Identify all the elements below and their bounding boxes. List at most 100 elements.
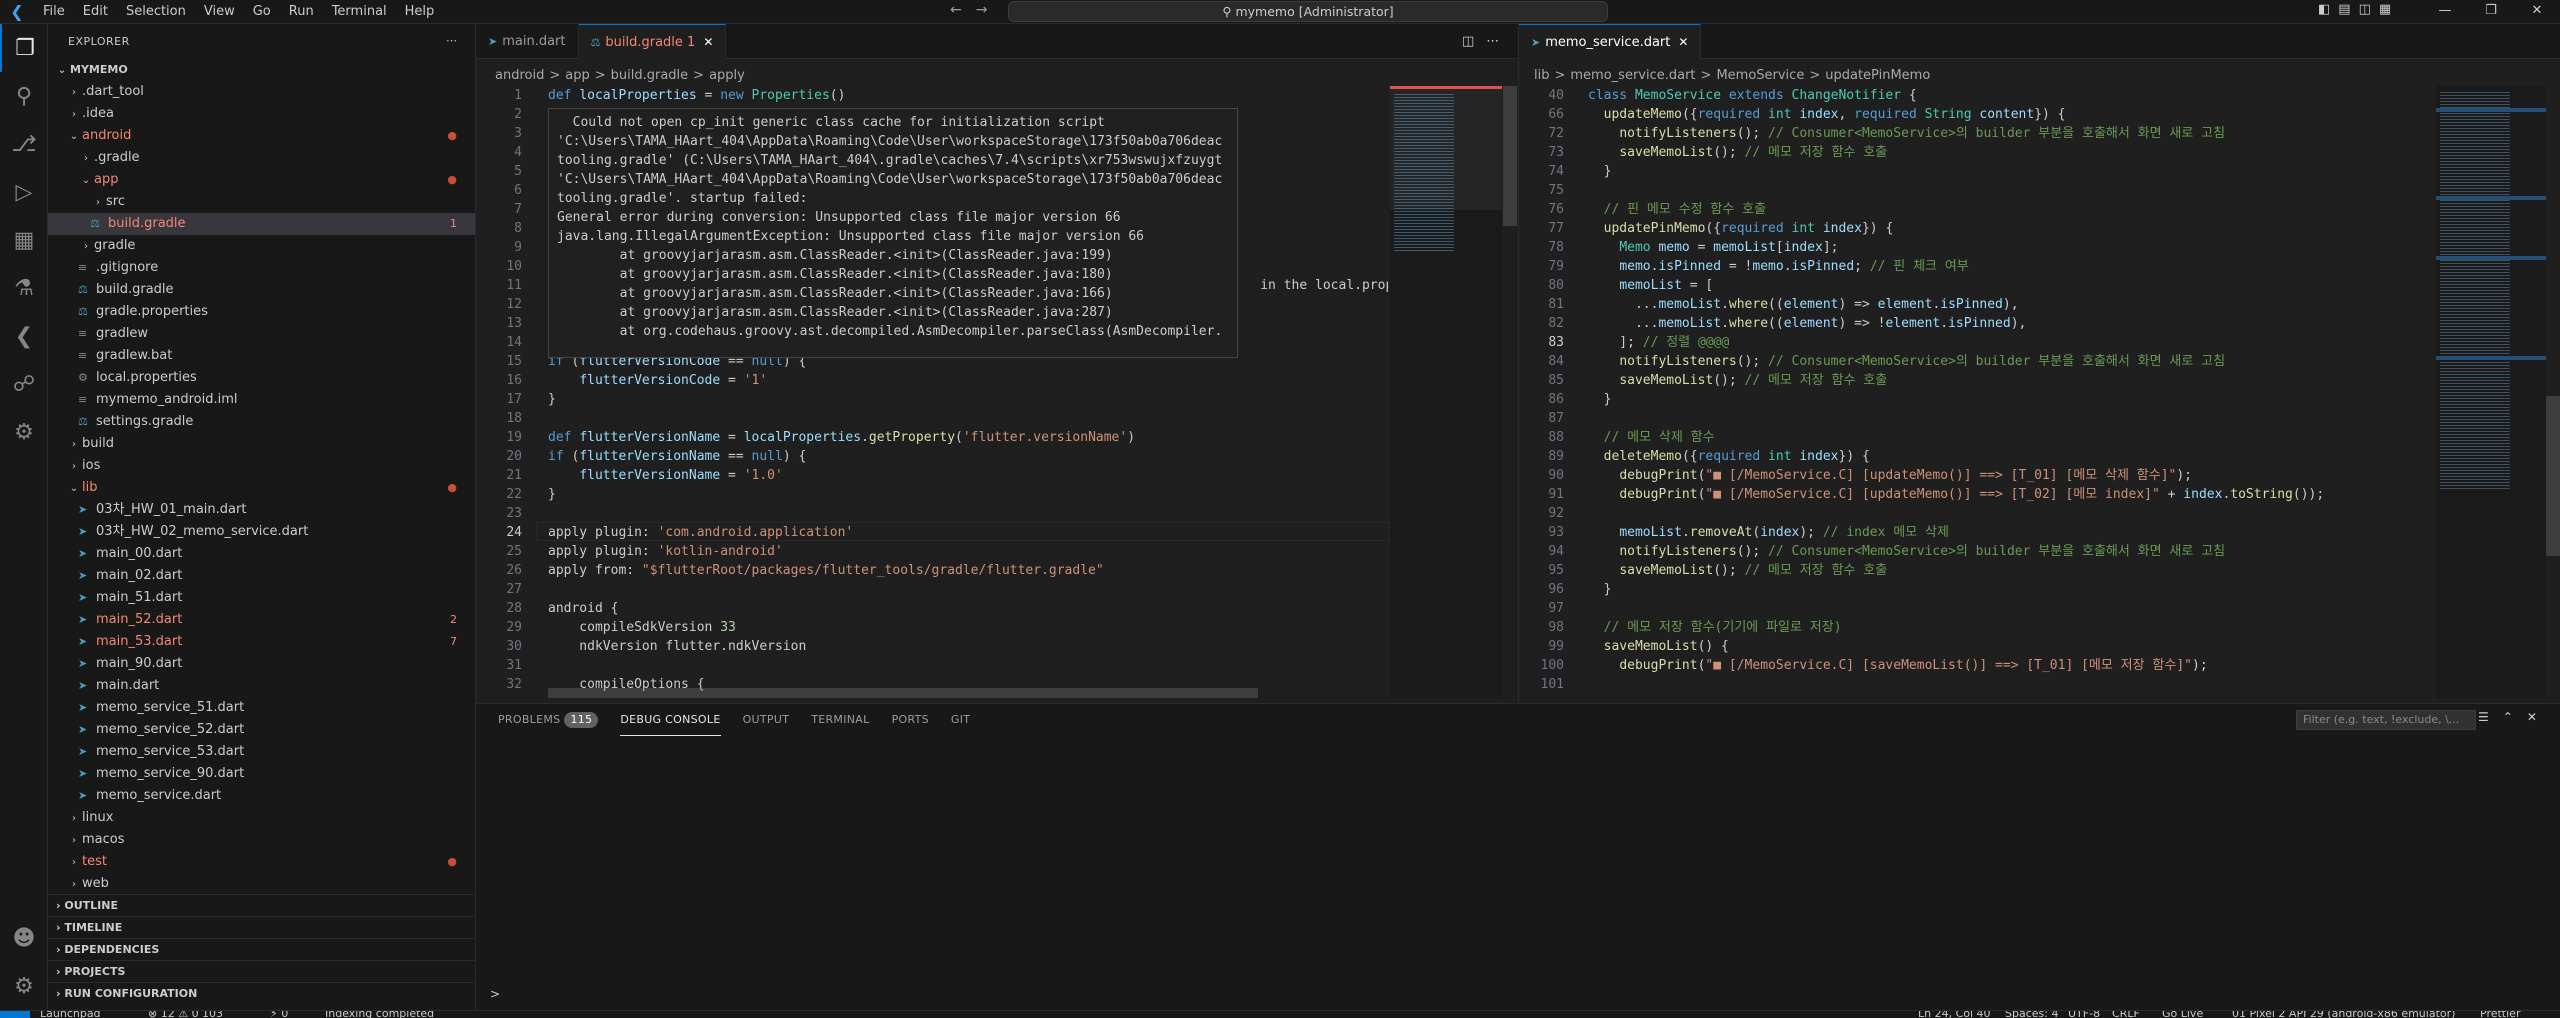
- tree-item[interactable]: › .dart_tool: [48, 81, 475, 103]
- tree-item[interactable]: ➤ main_02.dart: [48, 565, 475, 587]
- tab-output[interactable]: OUTPUT: [743, 704, 790, 736]
- tree-item[interactable]: › .gradle: [48, 147, 475, 169]
- tree-item[interactable]: ⌄ android ●: [48, 125, 475, 147]
- breadcrumb-item[interactable]: build.gradle: [611, 68, 689, 83]
- split-editor-icon[interactable]: ◫⋯: [1462, 24, 1511, 59]
- menu-terminal[interactable]: Terminal: [323, 4, 396, 19]
- section-projects[interactable]: › PROJECTS: [48, 960, 476, 982]
- right-code-area[interactable]: class MemoService extends ChangeNotifier…: [1588, 86, 2436, 698]
- tab-main-dart[interactable]: ➤ main.dart: [476, 24, 579, 59]
- more-actions-icon[interactable]: ⋯: [446, 34, 458, 47]
- tree-item[interactable]: ⚖ build.gradle: [48, 279, 475, 301]
- tree-item[interactable]: ➤ memo_service_51.dart: [48, 697, 475, 719]
- tree-item[interactable]: › gradle: [48, 235, 475, 257]
- status-cursor-position[interactable]: Ln 24, Col 40: [1918, 1011, 1991, 1018]
- close-tab-icon[interactable]: ✕: [703, 35, 713, 49]
- workspace-root[interactable]: ⌄ MYMEMO: [48, 59, 475, 81]
- tree-item[interactable]: ➤ main_52.dart 2: [48, 609, 475, 631]
- tree-item[interactable]: ⚙ local.properties: [48, 367, 475, 389]
- console-prompt[interactable]: >: [490, 987, 500, 1001]
- tree-item[interactable]: ➤ main_00.dart: [48, 543, 475, 565]
- tree-item[interactable]: › linux: [48, 807, 475, 829]
- right-minimap[interactable]: [2436, 86, 2546, 698]
- status-prettier[interactable]: Prettier: [2480, 1011, 2520, 1018]
- tree-item[interactable]: ➤ main_53.dart 7: [48, 631, 475, 653]
- status-ports[interactable]: ⚡ 0: [270, 1011, 288, 1018]
- tab-build-gradle[interactable]: ⚖ build.gradle 1 ✕: [578, 24, 727, 59]
- breadcrumb-item[interactable]: lib: [1534, 68, 1549, 83]
- right-scrollbar[interactable]: [2546, 86, 2560, 698]
- status-go-live[interactable]: Go Live: [2162, 1011, 2203, 1018]
- left-minimap[interactable]: [1390, 86, 1502, 698]
- tree-item[interactable]: ⌄ app ●: [48, 169, 475, 191]
- tab-debug-console[interactable]: DEBUG CONSOLE: [620, 704, 721, 736]
- tree-item[interactable]: › macos: [48, 829, 475, 851]
- status-eol[interactable]: CRLF: [2112, 1011, 2140, 1018]
- menu-run[interactable]: Run: [280, 4, 323, 19]
- breadcrumb-item[interactable]: memo_service.dart: [1570, 68, 1695, 83]
- tree-item[interactable]: ≡ gradlew: [48, 323, 475, 345]
- breadcrumb-item[interactable]: apply: [709, 68, 745, 83]
- status-encoding[interactable]: UTF-8: [2068, 1011, 2100, 1018]
- tree-item[interactable]: ➤ 03차_HW_02_memo_service.dart: [48, 521, 475, 543]
- accounts-icon[interactable]: ☻: [0, 914, 48, 962]
- section-timeline[interactable]: › TIMELINE: [48, 916, 476, 938]
- flutter-icon[interactable]: ❮: [0, 312, 48, 360]
- remote-explorer-icon[interactable]: ☍: [0, 360, 48, 408]
- menu-edit[interactable]: Edit: [74, 4, 117, 19]
- breadcrumb-item[interactable]: app: [565, 68, 589, 83]
- tree-item[interactable]: › src: [48, 191, 475, 213]
- tree-item[interactable]: › .idea: [48, 103, 475, 125]
- tree-item[interactable]: › web: [48, 873, 475, 895]
- breadcrumb-item[interactable]: updatePinMemo: [1825, 68, 1930, 83]
- remote-indicator[interactable]: [0, 1011, 30, 1018]
- status-indentation[interactable]: Spaces: 4: [2005, 1011, 2058, 1018]
- breadcrumb-item[interactable]: MemoService: [1716, 68, 1804, 83]
- close-window-icon[interactable]: ✕: [2514, 0, 2560, 24]
- menu-view[interactable]: View: [195, 4, 244, 19]
- explorer-icon[interactable]: ❐: [0, 24, 48, 72]
- extensions-icon[interactable]: ▦: [0, 216, 48, 264]
- source-control-icon[interactable]: ⎇: [0, 120, 48, 168]
- editor-split-divider[interactable]: [1518, 24, 1519, 703]
- tree-item[interactable]: › build: [48, 433, 475, 455]
- tab-git[interactable]: GIT: [951, 704, 970, 736]
- tree-item[interactable]: ≡ gradlew.bat: [48, 345, 475, 367]
- tree-item[interactable]: ≡ .gitignore: [48, 257, 475, 279]
- tab-problems[interactable]: PROBLEMS 115: [498, 704, 599, 736]
- nav-back-forward-icon[interactable]: ←→: [950, 2, 1001, 18]
- close-tab-icon[interactable]: ✕: [1678, 35, 1688, 49]
- tree-item[interactable]: ➤ main_51.dart: [48, 587, 475, 609]
- maximize-icon[interactable]: ❐: [2468, 0, 2514, 24]
- tree-item[interactable]: ⚖ settings.gradle: [48, 411, 475, 433]
- tree-item[interactable]: ➤ memo_service.dart: [48, 785, 475, 807]
- tree-item[interactable]: › ios: [48, 455, 475, 477]
- status-device[interactable]: 01 Pixel 2 API 29 (android-x86 emulator): [2232, 1011, 2455, 1018]
- tree-item[interactable]: ⚖ gradle.properties: [48, 301, 475, 323]
- tree-item[interactable]: ➤ memo_service_52.dart: [48, 719, 475, 741]
- tree-item[interactable]: ≡ mymemo_android.iml: [48, 389, 475, 411]
- menu-file[interactable]: File: [34, 4, 74, 19]
- tab-memo-service-dart[interactable]: ➤ memo_service.dart ✕: [1519, 24, 1702, 59]
- tab-terminal[interactable]: TERMINAL: [811, 704, 869, 736]
- manage-gear-icon[interactable]: ⚙: [0, 962, 48, 1010]
- settings-sync-icon[interactable]: ⚙: [0, 408, 48, 456]
- tree-item[interactable]: ➤ main.dart: [48, 675, 475, 697]
- search-icon[interactable]: ⚲: [0, 72, 48, 120]
- testing-icon[interactable]: ⚗: [0, 264, 48, 312]
- menu-help[interactable]: Help: [396, 4, 444, 19]
- tree-item[interactable]: ⌄ lib ●: [48, 477, 475, 499]
- tree-item[interactable]: ➤ memo_service_90.dart: [48, 763, 475, 785]
- section-run-configuration[interactable]: › RUN CONFIGURATION: [48, 982, 476, 1004]
- status-launchpad[interactable]: Launchpad: [40, 1011, 101, 1018]
- run-debug-icon[interactable]: ▷: [0, 168, 48, 216]
- section-outline[interactable]: › OUTLINE: [48, 894, 476, 916]
- command-center[interactable]: ⚲ mymemo [Administrator]: [1008, 1, 1608, 22]
- tab-ports[interactable]: PORTS: [892, 704, 929, 736]
- menu-selection[interactable]: Selection: [117, 4, 195, 19]
- section-dependencies[interactable]: › DEPENDENCIES: [48, 938, 476, 960]
- tree-item[interactable]: ➤ 03차_HW_01_main.dart: [48, 499, 475, 521]
- left-scrollbar[interactable]: [1503, 86, 1517, 698]
- status-problems[interactable]: ⊗ 12 ⚠ 0 103: [148, 1011, 223, 1018]
- menu-go[interactable]: Go: [244, 4, 280, 19]
